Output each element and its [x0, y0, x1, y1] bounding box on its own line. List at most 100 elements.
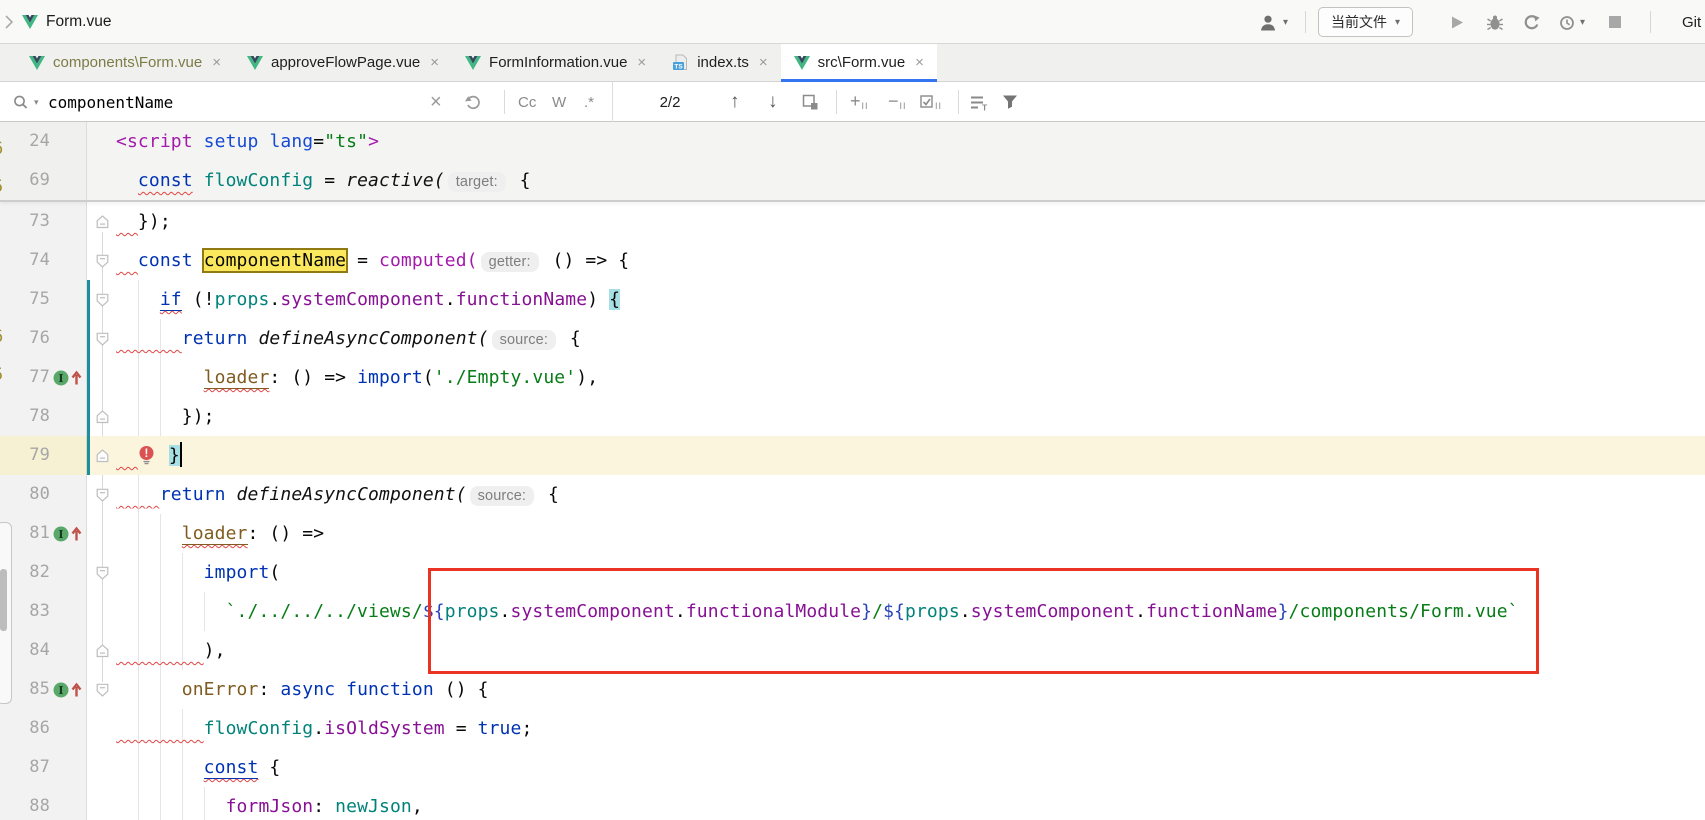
clear-search-icon[interactable]: ×: [430, 82, 442, 122]
code-line-88[interactable]: 88 formJson: newJson,: [0, 787, 1705, 820]
code-token: source:: [492, 330, 556, 350]
intention-icon[interactable]: I: [52, 524, 85, 544]
code-line-86[interactable]: 86 flowConfig.isOldSystem = true;: [0, 709, 1705, 748]
code-token: [116, 289, 160, 310]
code-token: () {: [434, 679, 489, 700]
vue-logo-icon: [22, 15, 38, 29]
code-line-79[interactable]: 79 ! }: [0, 436, 1705, 475]
tab-close-icon[interactable]: ×: [759, 54, 768, 71]
check-occurrences-icon[interactable]: II: [920, 82, 942, 122]
code-line-83[interactable]: 83 `./../../../views/${props.systemCompo…: [0, 592, 1705, 631]
fold-up-icon[interactable]: [95, 214, 110, 229]
debug-button[interactable]: [1486, 0, 1504, 44]
tab-components-form.vue[interactable]: components\Form.vue ×: [16, 44, 234, 81]
vue-file-icon: [29, 56, 45, 70]
code-token: newJson: [335, 796, 412, 817]
code-line-77[interactable]: 77I loader: () => import('./Empty.vue'),: [0, 358, 1705, 397]
code-token: });: [116, 406, 215, 427]
tab-close-icon[interactable]: ×: [915, 54, 924, 71]
line-number: 79: [0, 436, 50, 475]
tab-close-icon[interactable]: ×: [430, 54, 439, 71]
regex-toggle[interactable]: .*: [584, 82, 594, 122]
tab-close-icon[interactable]: ×: [212, 54, 221, 71]
code-token: :: [313, 796, 335, 817]
fold-down-icon[interactable]: [95, 292, 110, 307]
search-icon[interactable]: ▾: [12, 82, 39, 122]
code-token: [116, 796, 226, 817]
add-occurrence-icon[interactable]: +II: [850, 82, 869, 122]
code-token: loader: [204, 367, 270, 389]
code-token: getter:: [481, 252, 539, 272]
fold-down-icon[interactable]: [95, 565, 110, 580]
code-line-87[interactable]: 87 const {: [0, 748, 1705, 787]
user-menu[interactable]: ▾: [1258, 0, 1288, 44]
tab-approveflowpage.vue[interactable]: approveFlowPage.vue×: [234, 44, 452, 81]
fold-down-icon[interactable]: [95, 331, 110, 346]
code-token: {: [559, 328, 581, 349]
code-line-75[interactable]: 75 if (!props.systemComponent.functionNa…: [0, 280, 1705, 319]
fold-down-icon[interactable]: [95, 487, 110, 502]
code-line-78[interactable]: 78 });: [0, 397, 1705, 436]
git-menu[interactable]: Git: [1682, 14, 1701, 31]
code-token: .: [675, 601, 686, 622]
code-line-73[interactable]: 73 });: [0, 202, 1705, 241]
tab-src-form.vue[interactable]: src\Form.vue×: [781, 44, 937, 81]
fold-down-icon[interactable]: [95, 682, 110, 697]
code-token: loader: [182, 523, 248, 545]
svg-text:!: !: [144, 448, 148, 460]
code-token: `./../../../views/: [226, 601, 423, 622]
code-token: () => {: [542, 250, 630, 271]
previous-occurrence-button[interactable]: ↑: [730, 82, 740, 122]
run-configuration-label: 当前文件: [1331, 12, 1387, 32]
code-line-82[interactable]: 82 import(: [0, 553, 1705, 592]
search-input[interactable]: [46, 92, 420, 113]
intention-icon[interactable]: I: [52, 368, 85, 388]
code-line-85[interactable]: 85I onError: async function () {: [0, 670, 1705, 709]
error-bulb-icon[interactable]: !: [138, 445, 158, 465]
words-toggle[interactable]: W: [552, 82, 566, 122]
run-button[interactable]: [1450, 0, 1464, 44]
match-case-toggle[interactable]: Cc: [518, 82, 536, 122]
svg-text:I: I: [58, 528, 63, 541]
code-token: systemComponent: [971, 601, 1135, 622]
select-all-occurrences-icon[interactable]: [802, 82, 819, 122]
code-token: });: [138, 211, 171, 232]
filter-funnel-icon[interactable]: [1002, 82, 1018, 122]
run-with-coverage-button[interactable]: [1523, 0, 1541, 44]
code-line-24[interactable]: 24<script setup lang="ts">: [0, 122, 1705, 161]
tab-label: components\Form.vue: [53, 54, 202, 71]
code-line-74[interactable]: 74 const componentName = computed(getter…: [0, 241, 1705, 280]
filter-search-lines-icon[interactable]: T: [970, 82, 990, 122]
tab-index.ts[interactable]: TSindex.ts×: [659, 44, 780, 81]
run-configuration-select[interactable]: 当前文件 ▾: [1318, 7, 1413, 37]
fold-up-icon[interactable]: [95, 448, 110, 463]
tab-close-icon[interactable]: ×: [637, 54, 646, 71]
code-token: function: [346, 679, 434, 700]
code-token: true: [478, 718, 522, 739]
code-editor[interactable]: 24<script setup lang="ts">69 const flowC…: [0, 122, 1705, 820]
next-occurrence-button[interactable]: ↓: [768, 82, 778, 122]
fold-up-icon[interactable]: [95, 643, 110, 658]
fold-up-icon[interactable]: [95, 409, 110, 424]
code-line-80[interactable]: 80 return defineAsyncComponent(source: {: [0, 475, 1705, 514]
code-token: './Empty.vue': [434, 367, 576, 388]
svg-text:I: I: [58, 684, 63, 697]
profiler-button[interactable]: ▾: [1558, 0, 1585, 44]
code-line-81[interactable]: 81I loader: () =>: [0, 514, 1705, 553]
code-token: return: [182, 328, 248, 349]
code-token: [116, 328, 182, 349]
code-token: (: [423, 367, 434, 388]
intention-icon[interactable]: I: [52, 680, 85, 700]
code-line-76[interactable]: 76 return defineAsyncComponent(source: {: [0, 319, 1705, 358]
stop-button[interactable]: [1608, 0, 1622, 44]
code-token: componentName: [204, 250, 346, 271]
code-line-69[interactable]: 69 const flowConfig = reactive(target: {: [0, 161, 1705, 200]
code-token: >: [368, 131, 379, 152]
remove-occurrence-icon[interactable]: −II: [888, 82, 907, 122]
code-line-84[interactable]: 84 ),: [0, 631, 1705, 670]
fold-down-icon[interactable]: [95, 253, 110, 268]
chevron-right-icon[interactable]: [4, 15, 14, 29]
tab-forminformation.vue[interactable]: FormInformation.vue×: [452, 44, 659, 81]
code-token: functionName: [1146, 601, 1277, 622]
search-history-icon[interactable]: [464, 82, 483, 122]
